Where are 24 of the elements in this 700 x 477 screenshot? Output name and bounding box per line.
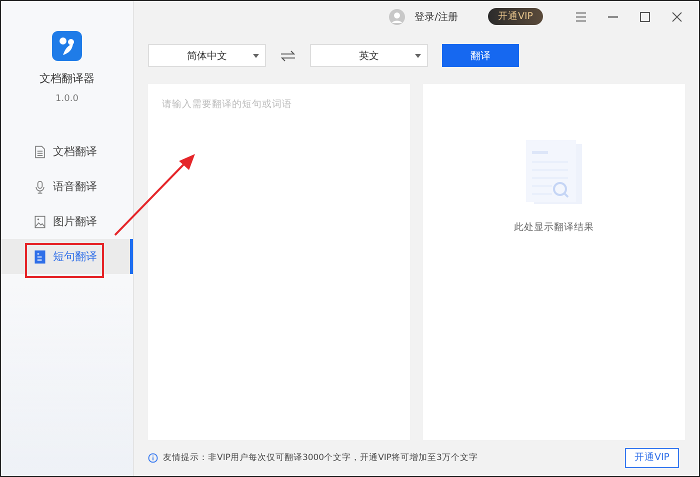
sidebar-item[interactable]: 语音翻译	[1, 169, 133, 204]
image-icon	[33, 214, 47, 228]
app-name: 文档翻译器	[40, 71, 94, 86]
input-field[interactable]: 请输入需要翻译的短句或词语	[148, 84, 410, 440]
sidebar-item[interactable]: 文档翻译	[1, 134, 133, 169]
vip-button[interactable]: 开通VIP	[488, 8, 543, 26]
translate-button[interactable]: 翻译	[442, 44, 519, 68]
sentence-icon	[33, 250, 47, 264]
microphone-icon	[33, 180, 47, 194]
login-link[interactable]: 登录/注册	[414, 10, 458, 24]
app-version: 1.0.0	[56, 94, 78, 104]
document-icon	[33, 144, 47, 158]
app-logo	[52, 31, 82, 61]
caret-icon	[253, 54, 259, 58]
sidebar-item[interactable]: 图片翻译	[1, 204, 133, 239]
target-language-dropdown[interactable]: 英文	[310, 44, 428, 68]
source-language-dropdown[interactable]: 简体中文	[148, 44, 266, 68]
sidebar-item[interactable]: 短句翻译	[1, 239, 133, 274]
vip-button[interactable]: 开通VIP	[625, 448, 679, 468]
swap-icon[interactable]	[280, 50, 296, 62]
caret-icon	[415, 54, 421, 58]
empty-result-text: 此处显示翻译结果	[514, 221, 594, 234]
tip-text: 友情提示：非VIP用户每次仅可翻译3000个文字，开通VIP将可增加至3万个文字	[163, 452, 479, 464]
info-icon	[148, 452, 158, 463]
